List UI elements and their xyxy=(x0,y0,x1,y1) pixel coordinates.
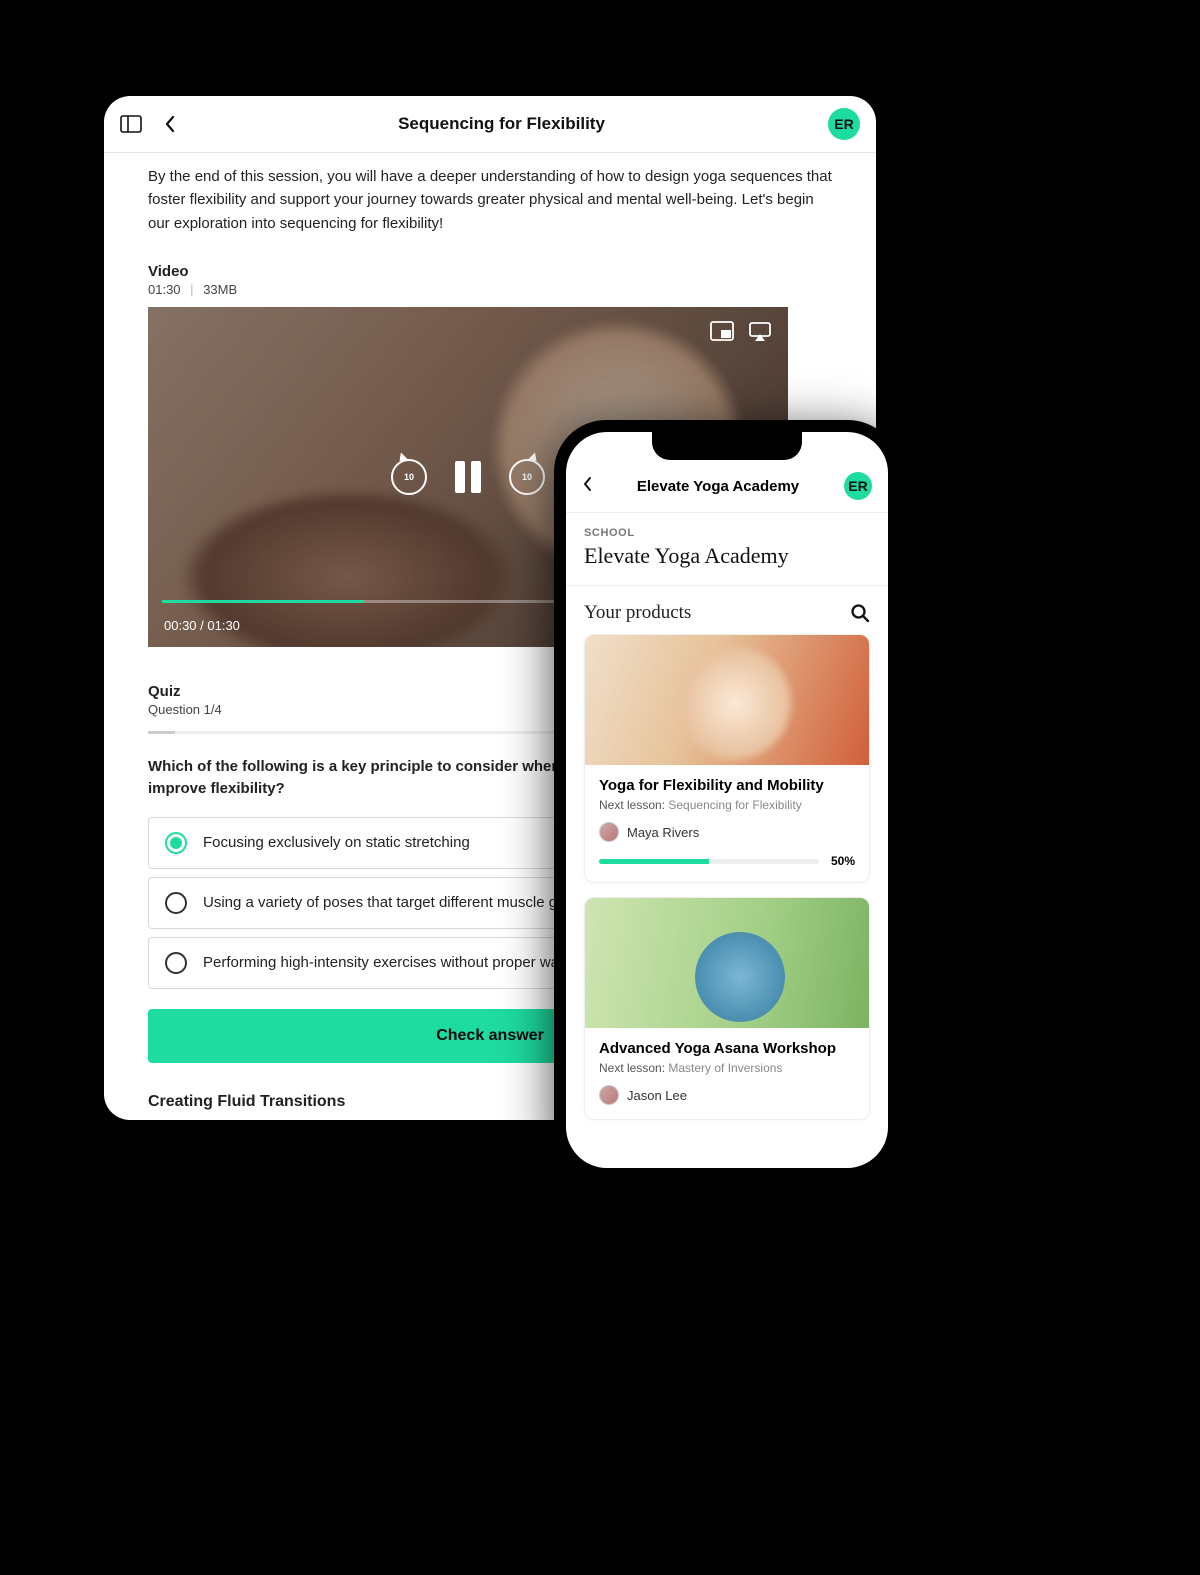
back-icon[interactable] xyxy=(164,115,175,133)
meta-divider: | xyxy=(190,282,193,297)
card-subtitle: Next lesson: Mastery of Inversions xyxy=(599,1061,855,1075)
card-progress: 50% xyxy=(599,854,855,868)
page-title: Sequencing for Flexibility xyxy=(398,114,605,134)
card-subtitle: Next lesson: Sequencing for Flexibility xyxy=(599,798,855,812)
intro-paragraph: By the end of this session, you will hav… xyxy=(148,165,832,235)
progress-percent: 50% xyxy=(831,854,855,868)
back-icon[interactable] xyxy=(582,476,592,497)
option-label: Using a variety of poses that target dif… xyxy=(203,894,595,911)
search-icon[interactable] xyxy=(850,603,870,623)
avatar[interactable]: ER xyxy=(844,472,872,500)
video-meta: 01:30 | 33MB xyxy=(148,282,832,297)
phone-title: Elevate Yoga Academy xyxy=(592,478,844,495)
pip-icon[interactable] xyxy=(710,321,734,345)
products-header: Your products xyxy=(566,586,888,634)
airplay-icon[interactable] xyxy=(748,321,772,345)
product-list: Yoga for Flexibility and Mobility Next l… xyxy=(566,634,888,1134)
school-name: Elevate Yoga Academy xyxy=(584,543,870,569)
phone-notch xyxy=(652,432,802,460)
radio-icon xyxy=(165,892,187,914)
instructor-avatar xyxy=(599,1085,619,1105)
instructor-name: Maya Rivers xyxy=(627,825,699,840)
video-progress-fill xyxy=(162,600,364,603)
pause-button[interactable] xyxy=(455,461,481,493)
video-duration: 01:30 xyxy=(148,282,181,297)
product-card[interactable]: Advanced Yoga Asana Workshop Next lesson… xyxy=(584,897,870,1120)
forward-10-button[interactable]: 10 xyxy=(509,459,545,495)
sidebar-toggle-icon[interactable] xyxy=(120,115,142,133)
video-time-display: 00:30 / 01:30 xyxy=(164,618,240,633)
option-label: Focusing exclusively on static stretchin… xyxy=(203,834,470,851)
option-label: Performing high-intensity exercises with… xyxy=(203,954,598,971)
product-card[interactable]: Yoga for Flexibility and Mobility Next l… xyxy=(584,634,870,883)
radio-icon xyxy=(165,832,187,854)
card-title: Advanced Yoga Asana Workshop xyxy=(599,1040,855,1057)
avatar[interactable]: ER xyxy=(828,108,860,140)
school-header: SCHOOL Elevate Yoga Academy xyxy=(566,513,888,586)
card-instructor: Maya Rivers xyxy=(599,822,855,842)
card-image xyxy=(585,898,869,1028)
progress-fill xyxy=(599,859,709,864)
card-instructor: Jason Lee xyxy=(599,1085,855,1105)
tablet-header: Sequencing for Flexibility ER xyxy=(104,96,876,153)
instructor-name: Jason Lee xyxy=(627,1088,687,1103)
radio-icon xyxy=(165,952,187,974)
card-image xyxy=(585,635,869,765)
video-label: Video xyxy=(148,263,832,280)
card-title: Yoga for Flexibility and Mobility xyxy=(599,777,855,794)
instructor-avatar xyxy=(599,822,619,842)
school-label: SCHOOL xyxy=(584,527,870,539)
phone-screen: Elevate Yoga Academy ER SCHOOL Elevate Y… xyxy=(566,432,888,1168)
video-size: 33MB xyxy=(203,282,237,297)
phone-device: Elevate Yoga Academy ER SCHOOL Elevate Y… xyxy=(554,420,900,1180)
rewind-10-button[interactable]: 10 xyxy=(391,459,427,495)
products-title: Your products xyxy=(584,602,691,624)
